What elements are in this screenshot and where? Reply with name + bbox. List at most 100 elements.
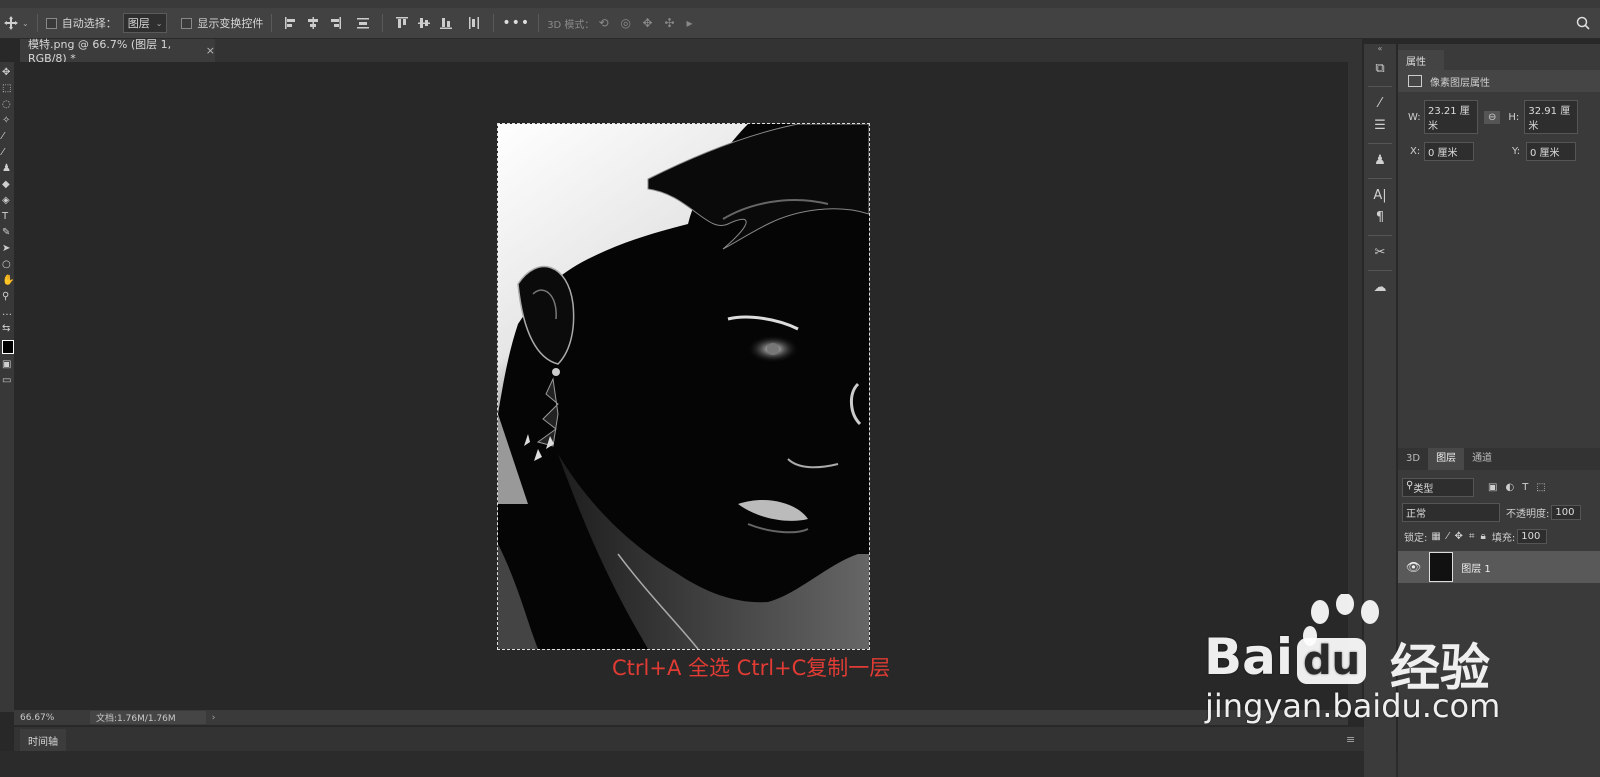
fill-field[interactable]: 100 — [1517, 528, 1548, 544]
tab-channels[interactable]: 通道 — [1464, 448, 1500, 470]
clone-source-icon[interactable]: ♟ — [1364, 150, 1396, 172]
divider — [271, 14, 273, 32]
align-right-icon[interactable] — [328, 16, 342, 30]
move-tool-icon[interactable] — [4, 16, 18, 30]
timeline-panel — [14, 727, 1364, 751]
filter-shape-icon[interactable]: ⬚ — [1536, 482, 1545, 493]
hand-tool-icon[interactable]: ✋ — [2, 276, 14, 286]
tab-layers[interactable]: 图层 — [1428, 448, 1465, 470]
image-layer-icon — [1408, 75, 1422, 87]
magic-wand-tool-icon[interactable]: ✧ — [2, 116, 12, 126]
3d-roll-icon[interactable]: ◎ — [620, 16, 634, 30]
type-tool-icon[interactable]: T — [2, 212, 12, 222]
blend-mode-dropdown[interactable]: 正常 — [1402, 502, 1500, 522]
3d-camera-icon[interactable]: ▸ — [686, 16, 700, 30]
align-middle-v-icon[interactable] — [417, 16, 431, 30]
height-field[interactable]: 32.91 厘米 — [1524, 100, 1579, 134]
status-arrow-icon[interactable]: › — [212, 713, 216, 723]
tools-preset-icon[interactable]: ✂ — [1364, 242, 1396, 264]
link-dimensions-icon[interactable]: ⊖ — [1484, 110, 1501, 124]
eyedropper-tool-icon[interactable]: ⁄ — [2, 132, 12, 142]
watermark-url: jingyan.baidu.com — [1205, 687, 1501, 725]
width-field[interactable]: 23.21 厘米 — [1424, 100, 1478, 134]
tab-properties[interactable]: 属性 — [1398, 50, 1444, 70]
chevron-down-icon[interactable]: ⌄ — [22, 19, 29, 28]
close-icon[interactable]: × — [206, 44, 215, 57]
auto-select-checkbox[interactable] — [45, 17, 57, 29]
lock-position-icon[interactable]: ✥ — [1455, 531, 1463, 542]
3d-slide-icon[interactable]: ✣ — [664, 16, 678, 30]
layers-panel-tabs: 3D 图层 通道 — [1398, 448, 1600, 470]
pen-tool-icon[interactable]: ✎ — [2, 228, 12, 238]
zoom-tool-icon[interactable]: ⚲ — [2, 292, 12, 302]
foreground-color-swatch[interactable] — [2, 340, 14, 354]
marquee-tool-icon[interactable]: ⬚ — [2, 84, 12, 94]
lock-transparent-icon[interactable]: ▦ — [1431, 531, 1440, 542]
lock-artboard-icon[interactable]: ⌗ — [1469, 531, 1475, 542]
divider — [538, 14, 540, 32]
3d-mode-label: 3D 模式： — [547, 19, 595, 31]
more-options-icon[interactable]: ••• — [502, 15, 530, 31]
lock-all-icon[interactable]: 🔒︎ — [1481, 531, 1486, 542]
divider — [1368, 270, 1392, 271]
filter-adjust-icon[interactable]: ◐ — [1505, 482, 1514, 493]
distribute-v-icon[interactable] — [467, 16, 481, 30]
tab-3d[interactable]: 3D — [1398, 448, 1428, 470]
history-icon[interactable]: ⧉ — [1364, 58, 1396, 80]
opacity-label: 不透明度: — [1506, 508, 1550, 520]
more-tools-icon[interactable]: … — [2, 308, 12, 318]
document-image[interactable] — [497, 123, 870, 650]
filter-pixel-icon[interactable]: ▣ — [1488, 482, 1497, 493]
opacity-field[interactable]: 100 — [1551, 504, 1582, 520]
layer-thumbnail — [1429, 552, 1454, 582]
character-icon[interactable]: A| — [1364, 185, 1396, 207]
lock-label: 锁定: — [1404, 532, 1428, 544]
align-top-icon[interactable] — [395, 16, 409, 30]
distribute-icon[interactable] — [356, 16, 370, 30]
brush-tool-icon[interactable]: ⁄ — [2, 148, 12, 158]
y-field[interactable]: 0 厘米 — [1526, 142, 1576, 161]
adjust-icon[interactable]: ☰ — [1364, 115, 1396, 137]
align-center-h-icon[interactable] — [306, 16, 320, 30]
align-bottom-icon[interactable] — [439, 16, 453, 30]
filter-type-icon[interactable]: T — [1522, 482, 1528, 493]
quick-mask-icon[interactable]: ▣ — [2, 360, 12, 370]
size-row: W: 23.21 厘米 ⊖ H: 32.91 厘米 — [1398, 100, 1600, 134]
shape-tool-icon[interactable]: ○ — [2, 260, 12, 270]
lock-pixels-icon[interactable]: ⁄ — [1447, 531, 1449, 542]
brush-settings-icon[interactable]: ⁄ — [1364, 93, 1396, 115]
align-left-icon[interactable] — [284, 16, 298, 30]
timeline-menu-icon[interactable]: ≡ — [1346, 733, 1355, 746]
document-tab[interactable]: 模特.png @ 66.7% (图层 1, RGB/8) * × — [20, 38, 215, 65]
lasso-tool-icon[interactable]: ◌ — [2, 100, 12, 110]
bucket-tool-icon[interactable]: ◈ — [2, 196, 12, 206]
show-transform-option[interactable]: 显示变换控件 — [181, 15, 263, 31]
visibility-eye-icon[interactable]: 👁︎ — [1406, 560, 1421, 574]
path-select-tool-icon[interactable]: ➤ — [2, 244, 12, 254]
instruction-caption: Ctrl+A 全选 Ctrl+C复制一层 — [612, 656, 891, 680]
document-tab-row — [20, 39, 1362, 62]
x-field[interactable]: 0 厘米 — [1424, 142, 1474, 161]
show-transform-checkbox[interactable] — [181, 17, 193, 29]
search-icon[interactable] — [1576, 16, 1590, 30]
stamp-tool-icon[interactable]: ♟ — [2, 164, 12, 174]
filter-kind-value: 类型 — [1413, 483, 1434, 495]
collapse-icon[interactable]: « — [1364, 44, 1396, 54]
cc-libraries-icon[interactable]: ☁ — [1364, 277, 1396, 299]
filter-kind-dropdown[interactable]: ⚲ 类型 — [1402, 477, 1474, 497]
divider — [1368, 178, 1392, 179]
3d-rotate-icon[interactable]: ⟲ — [598, 16, 612, 30]
eraser-tool-icon[interactable]: ◆ — [2, 180, 12, 190]
swap-colors-icon[interactable]: ⇆ — [2, 324, 12, 334]
auto-select-dropdown[interactable]: 图层 ⌄ — [122, 13, 168, 33]
screen-mode-icon[interactable]: ▭ — [2, 376, 12, 386]
zoom-level[interactable]: 66.67% — [20, 713, 76, 723]
layer-name[interactable]: 图层 1 — [1461, 560, 1491, 575]
layer-row[interactable]: 👁︎ 图层 1 — [1398, 551, 1600, 583]
auto-select-option[interactable]: 自动选择： 图层 ⌄ — [45, 13, 168, 33]
divider — [493, 14, 495, 32]
3d-drag-icon[interactable]: ✥ — [642, 16, 656, 30]
move-tool-icon[interactable]: ✥ — [2, 68, 12, 78]
paragraph-icon[interactable]: ¶ — [1364, 207, 1396, 229]
tab-timeline[interactable]: 时间轴 — [20, 729, 66, 751]
